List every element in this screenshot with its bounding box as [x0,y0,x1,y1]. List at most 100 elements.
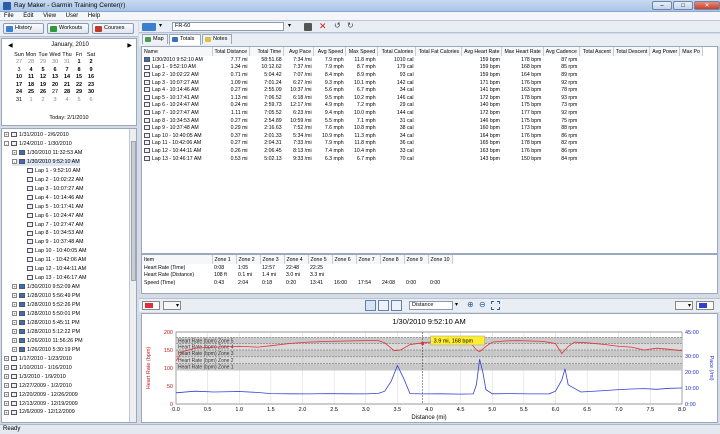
calendar-day[interactable]: 27 [13,59,25,67]
totals-column-header[interactable]: Total Time [249,47,285,56]
totals-row[interactable]: Lap 12 - 10:44:11 AM 0.26 mi 2:06.45 8:13 /… [142,147,702,155]
maximize-button[interactable]: □ [673,1,693,10]
tree-item[interactable]: Lap 2 - 10:02:22 AM [20,177,84,184]
totals-column-header[interactable]: Avg Speed [313,47,347,56]
totals-column-header[interactable]: Name [142,47,213,56]
calendar-day[interactable]: 24 [13,89,25,97]
tree-item[interactable]: Lap 10 - 10:40:05 AM [20,248,87,255]
totals-row[interactable]: Lap 10 - 10:40:05 AM 0.37 mi 2:01.33 5:34 /… [142,132,702,140]
hr-series-dropdown[interactable]: ▾ [163,301,181,310]
calendar-day[interactable]: 9 [85,66,97,74]
menu-view[interactable]: View [39,12,60,20]
tree-item[interactable]: Lap 1 - 9:52:10 AM [20,168,81,175]
tree-item[interactable]: +1/26/2010 11:56:26 PM [12,338,83,345]
calendar-day[interactable]: 6 [49,66,61,74]
totals-row[interactable]: Lap 5 - 10:17:41 AM 1.13 mi 7:06.52 6:18 /m… [142,94,702,102]
expand-icon[interactable]: + [12,149,17,155]
tree-item[interactable]: +1/17/2010 - 1/23/2010 [4,356,72,363]
tree-scrollbar[interactable] [129,129,136,422]
zones-column-header[interactable]: Zone 6 [332,255,357,264]
totals-row[interactable]: Lap 11 - 10:42:06 AM 0.27 mi 2:04.31 7:33 /… [142,140,702,148]
zones-column-header[interactable]: Item [142,255,213,264]
expand-icon[interactable]: + [12,337,17,343]
zones-column-header[interactable]: Zone 3 [260,255,285,264]
expand-icon[interactable]: + [4,400,9,406]
expand-icon[interactable]: + [12,346,17,352]
x-axis-select[interactable]: Distance [409,301,453,310]
calendar-day[interactable]: 29 [37,59,49,67]
zones-column-header[interactable]: Zone 10 [428,255,453,264]
calendar-day[interactable]: 1 [73,59,85,67]
hr-color-picker[interactable] [142,301,160,310]
totals-column-header[interactable]: Total Distance [212,47,251,56]
menu-help[interactable]: Help [84,12,104,20]
menu-edit[interactable]: Edit [19,12,37,20]
calendar-day[interactable]: 29 [73,89,85,97]
calendar-day[interactable]: 2 [85,59,97,67]
totals-column-header[interactable]: Avg Pace [283,47,315,56]
delete-icon[interactable]: ✕ [319,21,329,31]
tree-item[interactable]: Lap 6 - 10:24:47 AM [20,213,84,220]
totals-column-header[interactable]: Max Speed [345,47,379,56]
tree-item[interactable]: +1/30/2010 9:52:09 AM [12,284,80,291]
calendar-day[interactable]: 16 [85,74,97,82]
device-dropdown-icon[interactable]: ▾ [159,22,169,31]
totals-row[interactable]: Lap 6 - 10:24:47 AM 0.24 mi 2:59.73 12:17 /… [142,102,702,110]
expand-icon[interactable]: + [4,355,9,361]
tree-item[interactable]: +1/31/2010 - 2/6/2010 [4,132,69,139]
zones-column-header[interactable]: Zone 8 [380,255,405,264]
calendar-day[interactable]: 17 [13,81,25,89]
menu-user[interactable]: User [62,12,83,20]
device-select[interactable]: FR-60 [172,22,284,31]
zones-column-header[interactable]: Zone 7 [356,255,381,264]
next-month-icon[interactable]: ▶ [127,42,132,49]
close-button[interactable]: ✕ [694,1,720,10]
tree-item[interactable]: Lap 4 - 10:14:46 AM [20,195,84,202]
calendar-day[interactable]: 28 [25,59,37,67]
zones-column-header[interactable]: Zone 9 [404,255,429,264]
totals-column-header[interactable]: Avg Heart Rate [461,47,503,56]
expand-icon[interactable]: + [4,409,9,415]
zones-column-header[interactable]: Zone 1 [212,255,237,264]
pace-series-dropdown[interactable]: ▾ [675,301,693,310]
calendar-day[interactable]: 5 [73,96,85,104]
totals-row[interactable]: Lap 9 - 10:37:48 AM 0.29 mi 2:16.63 7:52 /m… [142,124,702,132]
tab-totals[interactable]: Totals [169,34,201,45]
tab-notes[interactable]: Notes [202,34,232,44]
calendar-day[interactable]: 26 [37,89,49,97]
calendar-day[interactable]: 15 [73,74,85,82]
history-button[interactable]: History [3,23,44,34]
calendar-day[interactable]: 27 [49,89,61,97]
tree-item[interactable]: +1/30/2010 11:32:53 AM [12,150,82,157]
expand-icon[interactable]: + [4,382,9,388]
totals-column-header[interactable]: Max Po [679,47,703,56]
totals-column-header[interactable]: Total Ascent [579,47,614,56]
tree-item[interactable]: +1/28/2010 5:52:26 PM [12,302,80,309]
tree-item[interactable]: +1/28/2010 5:50:01 PM [12,311,80,318]
totals-column-header[interactable]: Total Fat Calories [415,47,463,56]
calendar-day[interactable]: 3 [13,66,25,74]
tree-item[interactable]: +1/3/2010 - 1/9/2010 [4,374,66,381]
calendar-day[interactable]: 1 [25,96,37,104]
tab-map[interactable]: Map [142,34,168,44]
calendar-day[interactable]: 21 [61,81,73,89]
calendar-day[interactable]: 12 [37,74,49,82]
redo-icon[interactable]: ↻ [347,21,357,31]
undo-icon[interactable]: ↺ [334,21,344,31]
calendar-day[interactable]: 25 [25,89,37,97]
menu-file[interactable]: File [0,12,18,20]
totals-row[interactable]: Lap 8 - 10:34:53 AM 0.27 mi 2:54.89 10:59 /… [142,117,702,125]
calendar-day[interactable]: 30 [85,89,97,97]
calendar-day[interactable]: 8 [73,66,85,74]
zones-column-header[interactable]: Zone 4 [284,255,309,264]
tree-item[interactable]: Lap 11 - 10:42:06 AM [20,257,86,264]
calendar-day[interactable]: 11 [25,74,37,82]
calendar-day[interactable]: 5 [37,66,49,74]
totals-row[interactable]: 1/30/2010 9:52:10 AM 7.77 mi 58:51.68 7:34 … [142,56,702,64]
chart-view-graph-icon[interactable] [391,300,402,311]
calendar-day[interactable]: 10 [13,74,25,82]
zones-column-header[interactable]: Zone 2 [236,255,261,264]
expand-icon[interactable]: + [12,293,17,299]
zoom-out-icon[interactable]: ⊖ [479,300,489,310]
calendar-day[interactable]: 4 [61,96,73,104]
